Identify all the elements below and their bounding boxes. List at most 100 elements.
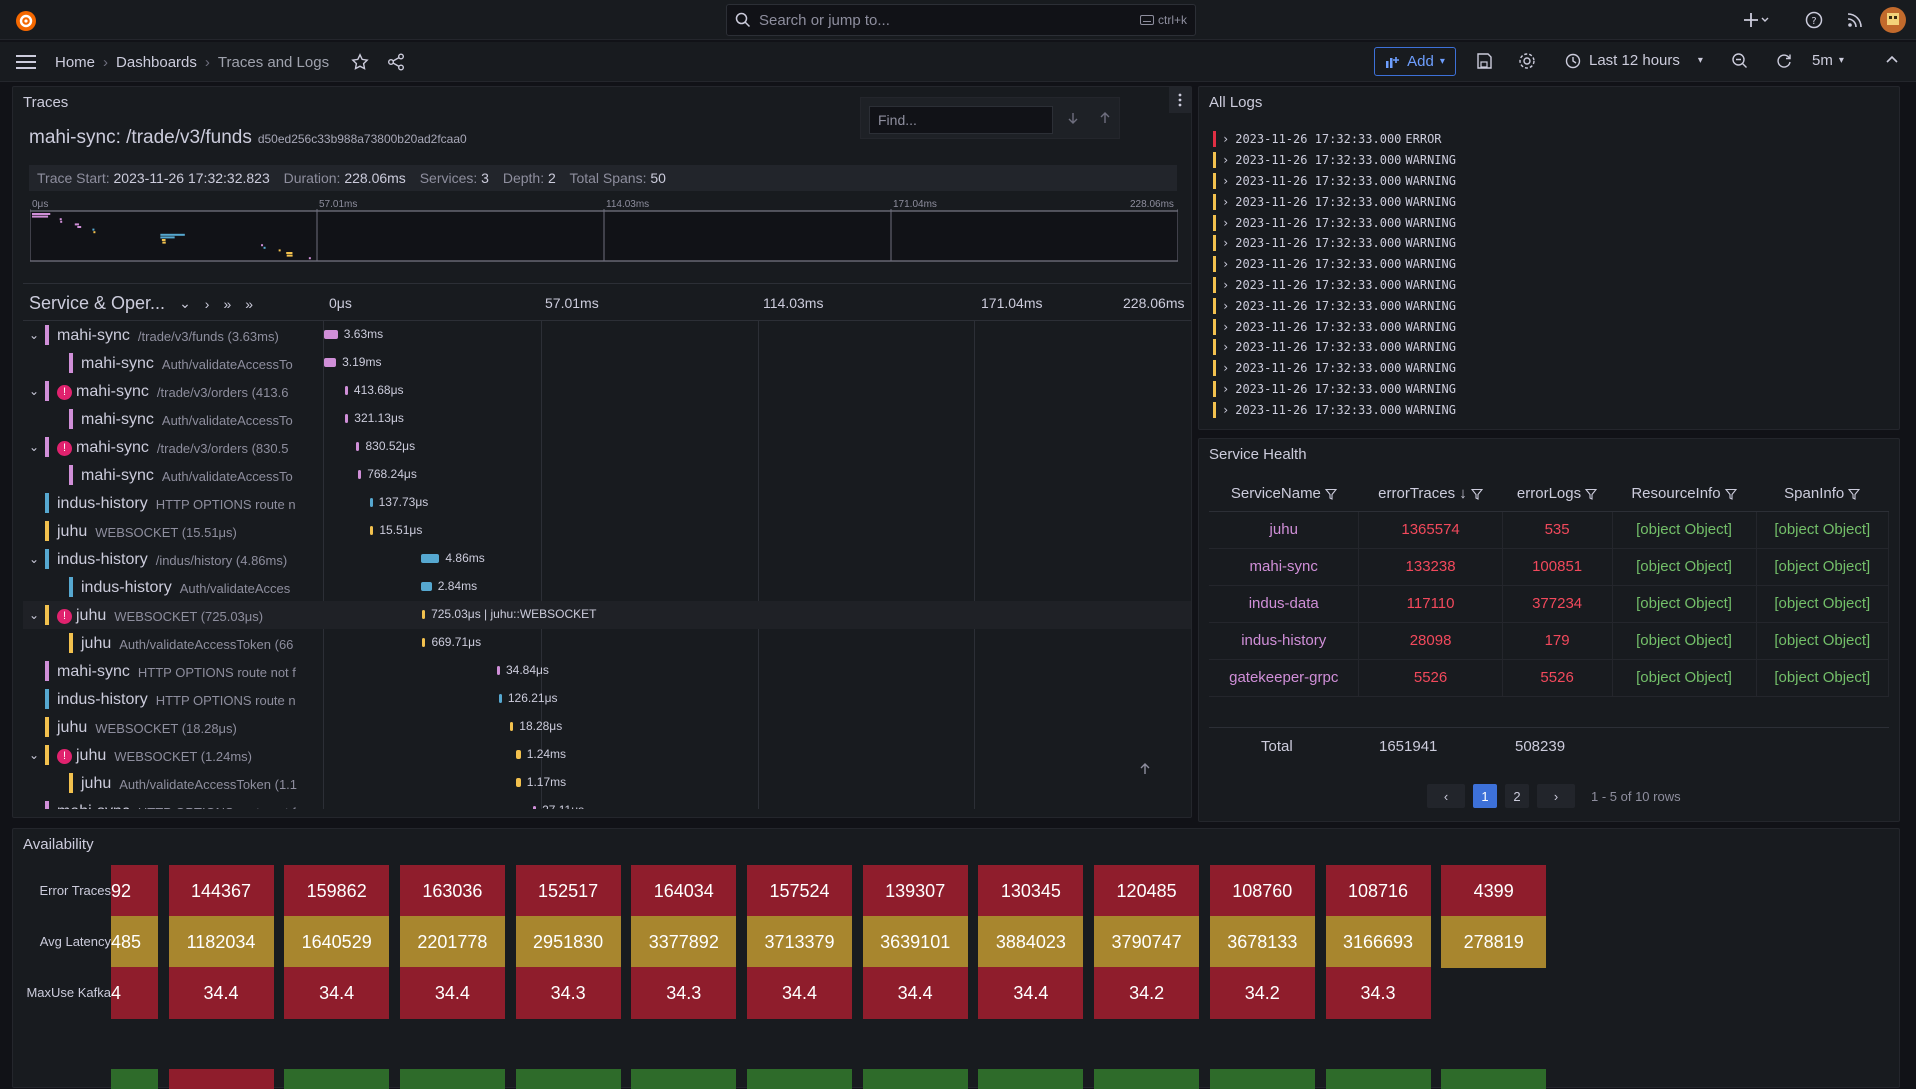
chevron-right-icon[interactable]: ›	[1222, 278, 1229, 292]
help-icon[interactable]: ?	[1804, 10, 1824, 30]
chevron-right-icon[interactable]: ›	[1222, 216, 1229, 230]
log-line[interactable]: › 2023-11-26 17:32:33.000 WARNING	[1213, 233, 1456, 254]
log-line[interactable]: › 2023-11-26 17:32:33.000 WARNING	[1213, 191, 1456, 212]
arrow-up-icon[interactable]	[1099, 111, 1111, 125]
chevron-down-icon[interactable]: ⌄	[29, 748, 39, 762]
search-input[interactable]: Search or jump to... ctrl+k	[726, 4, 1196, 36]
menu-icon[interactable]	[14, 53, 38, 71]
chevron-down-icon[interactable]: ⌄	[29, 440, 39, 454]
span-bar[interactable]	[358, 470, 362, 479]
span-service[interactable]: mahi-sync HTTP OPTIONS route not f	[57, 803, 296, 809]
span-bar[interactable]	[496, 666, 500, 675]
table-cell[interactable]: indus-history	[1209, 622, 1360, 660]
span-row[interactable]: indus-history HTTP OPTIONS route n 126.21μ…	[23, 685, 1191, 713]
chevron-right-icon[interactable]: ›	[1222, 174, 1229, 188]
table-cell[interactable]: mahi-sync	[1209, 548, 1360, 586]
arrow-down-icon[interactable]	[1067, 111, 1079, 125]
span-service[interactable]: ! mahi-sync/trade/v3/orders (413.6	[57, 383, 288, 401]
save-icon[interactable]	[1475, 52, 1493, 70]
span-service[interactable]: mahi-sync Auth/validateAccessTo	[81, 411, 293, 429]
span-service[interactable]: juhu Auth/validateAccessToken (1.1	[81, 775, 297, 793]
span-service[interactable]: ! mahi-sync/trade/v3/orders (830.5	[57, 439, 288, 457]
span-row[interactable]: ⌄! mahi-sync/trade/v3/orders (413.6 413.68…	[23, 377, 1191, 405]
span-service[interactable]: juhu Auth/validateAccessToken (66	[81, 635, 293, 653]
log-line[interactable]: › 2023-11-26 17:32:33.000 WARNING	[1213, 254, 1456, 275]
span-service[interactable]: indus-history/indus/history (4.86ms)	[57, 551, 287, 569]
span-row[interactable]: juhu Auth/validateAccessToken (1.1 1.17ms	[23, 769, 1191, 797]
span-service[interactable]: indus-history HTTP OPTIONS route n	[57, 495, 296, 513]
span-row[interactable]: mahi-sync Auth/validateAccessTo 3.19ms	[23, 349, 1191, 377]
chevron-down-icon[interactable]: ⌄	[29, 384, 39, 398]
chevron-down-icon[interactable]: ⌄	[29, 608, 39, 622]
span-row[interactable]: mahi-sync HTTP OPTIONS route not f 27.11μs	[23, 797, 1191, 809]
span-row[interactable]: juhu WEBSOCKET (18.28μs) 18.28μs	[23, 713, 1191, 741]
span-row[interactable]: indus-history HTTP OPTIONS route n 137.73μ…	[23, 489, 1191, 517]
span-row[interactable]: ⌄ indus-history/indus/history (4.86ms) 4.8…	[23, 545, 1191, 573]
expand-all-icon[interactable]: »	[223, 296, 231, 312]
log-line[interactable]: › 2023-11-26 17:32:33.000 WARNING	[1213, 295, 1456, 316]
span-service[interactable]: juhu WEBSOCKET (15.51μs)	[57, 523, 237, 541]
chevron-right-icon[interactable]: ›	[1222, 320, 1229, 334]
chevron-right-icon[interactable]: ›	[1222, 299, 1229, 313]
filter-icon[interactable]	[1585, 485, 1598, 502]
span-bar[interactable]	[324, 330, 338, 339]
span-service[interactable]: mahi-sync Auth/validateAccessTo	[81, 467, 293, 485]
span-service[interactable]: juhu WEBSOCKET (18.28μs)	[57, 719, 237, 737]
chevron-right-icon[interactable]: ›	[1222, 257, 1229, 271]
span-bar[interactable]	[510, 722, 514, 731]
span-row[interactable]: ⌄! juhu WEBSOCKET (725.03μs) 725.03μs | juh…	[23, 601, 1191, 629]
filter-icon[interactable]	[1724, 485, 1737, 502]
sort-down-icon[interactable]: ↓	[1459, 485, 1467, 502]
column-header[interactable]: SpanInfo	[1756, 477, 1889, 512]
new-plus-icon[interactable]	[1742, 10, 1770, 30]
chevron-up-icon[interactable]	[1884, 52, 1900, 68]
span-row[interactable]: juhu Auth/validateAccessToken (66 669.71μs	[23, 629, 1191, 657]
span-bar[interactable]	[516, 778, 521, 787]
log-line[interactable]: › 2023-11-26 17:32:33.000 WARNING	[1213, 150, 1456, 171]
log-line[interactable]: › 2023-11-26 17:32:33.000 WARNING	[1213, 399, 1456, 420]
chevron-right-icon[interactable]: ›	[1222, 382, 1229, 396]
page-button-1[interactable]: 1	[1473, 784, 1497, 808]
chevron-right-icon[interactable]: ›	[1222, 340, 1229, 354]
prev-page-button[interactable]: ‹	[1427, 784, 1465, 808]
span-bar[interactable]	[533, 806, 537, 809]
log-line[interactable]: › 2023-11-26 17:32:33.000 WARNING	[1213, 358, 1456, 379]
log-line[interactable]: › 2023-11-26 17:32:33.000 WARNING	[1213, 212, 1456, 233]
chevron-right-icon[interactable]: ›	[1222, 132, 1229, 146]
settings-gear-icon[interactable]	[1518, 52, 1536, 70]
filter-icon[interactable]	[1848, 485, 1861, 502]
star-icon[interactable]	[351, 53, 369, 71]
log-line[interactable]: › 2023-11-26 17:32:33.000 WARNING	[1213, 316, 1456, 337]
span-bar[interactable]	[515, 750, 521, 759]
column-header[interactable]: ResourceInfo	[1612, 477, 1757, 512]
zoom-out-icon[interactable]	[1731, 52, 1749, 70]
span-bar[interactable]	[420, 554, 440, 563]
span-service[interactable]: mahi-sync HTTP OPTIONS route not f	[57, 663, 296, 681]
next-page-button[interactable]: ›	[1537, 784, 1575, 808]
chevron-down-icon[interactable]: ⌄	[179, 295, 191, 312]
news-rss-icon[interactable]	[1845, 10, 1865, 30]
user-avatar[interactable]	[1880, 7, 1906, 33]
span-row[interactable]: ⌄! juhu WEBSOCKET (1.24ms) 1.24ms	[23, 741, 1191, 769]
log-line[interactable]: › 2023-11-26 17:32:33.000 WARNING	[1213, 337, 1456, 358]
breadcrumb-home[interactable]: Home	[55, 54, 95, 71]
span-row[interactable]: ⌄ mahi-sync/trade/v3/funds (3.63ms) 3.63ms	[23, 321, 1191, 349]
span-service[interactable]: mahi-sync Auth/validateAccessTo	[81, 355, 293, 373]
span-bar[interactable]	[345, 414, 349, 423]
span-bar[interactable]	[370, 526, 374, 535]
chevron-right-icon[interactable]: ›	[1222, 361, 1229, 375]
span-service[interactable]: ! juhu WEBSOCKET (1.24ms)	[57, 747, 252, 765]
chevron-down-icon[interactable]: ⌄	[29, 328, 39, 342]
span-row[interactable]: indus-history Auth/validateAcces 2.84ms	[23, 573, 1191, 601]
chevron-right-icon[interactable]: ›	[1222, 153, 1229, 167]
share-icon[interactable]	[387, 53, 405, 71]
find-input[interactable]: Find...	[869, 106, 1053, 134]
chevron-down-icon[interactable]: ⌄	[29, 552, 39, 566]
span-bar[interactable]	[422, 638, 426, 647]
column-header[interactable]: ServiceName	[1209, 477, 1359, 512]
filter-icon[interactable]	[1324, 485, 1338, 502]
column-header[interactable]: errorTraces ↓	[1358, 477, 1503, 512]
filter-icon[interactable]	[1470, 485, 1484, 502]
refresh-icon[interactable]	[1775, 52, 1793, 70]
span-bar[interactable]	[422, 610, 426, 619]
